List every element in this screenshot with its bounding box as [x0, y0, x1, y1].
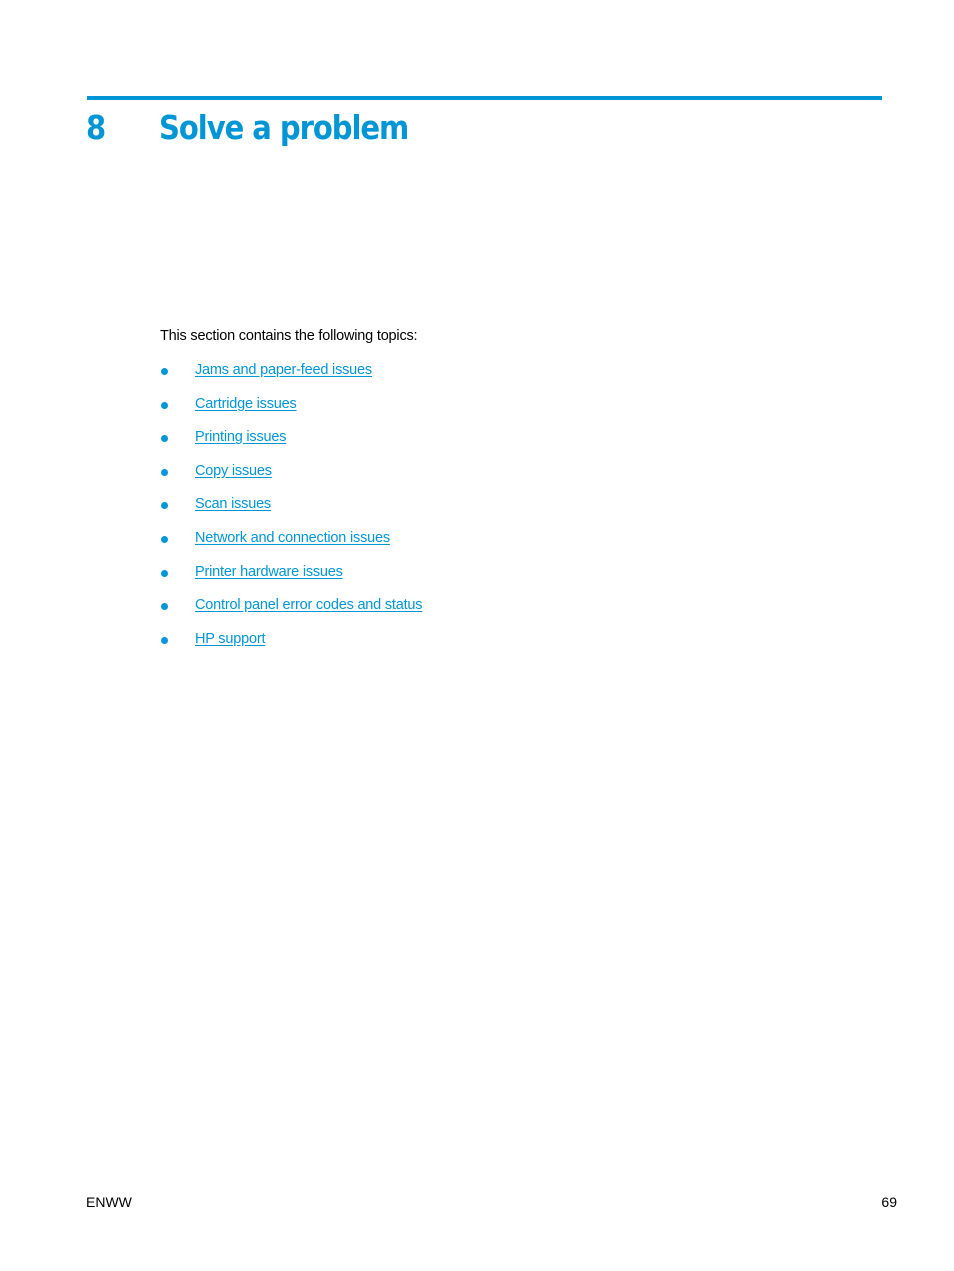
bullet-icon [161, 502, 168, 510]
topic-link-control-panel-errors[interactable]: Control panel error codes and status [195, 597, 423, 613]
topic-link-hp-support[interactable]: HP support [195, 631, 265, 647]
topic-link-printer-hardware[interactable]: Printer hardware issues [195, 564, 343, 580]
bullet-icon [161, 569, 168, 577]
bullet-icon [161, 535, 168, 543]
bullet-icon [161, 636, 168, 644]
chapter-title: Solve a problem [159, 108, 409, 147]
bullet-icon [161, 435, 168, 443]
bullet-icon [161, 368, 168, 375]
page-number: 69 [881, 1194, 897, 1210]
topic-link-scan[interactable]: Scan issues [195, 496, 271, 512]
topic-link-printing[interactable]: Printing issues [195, 429, 286, 445]
footer-label: ENWW [86, 1194, 132, 1210]
chapter-number: 8 [86, 108, 106, 147]
bullet-icon [161, 603, 168, 611]
intro-text: This section contains the following topi… [160, 328, 418, 344]
topic-link-copy[interactable]: Copy issues [195, 463, 272, 479]
bullet-icon [161, 468, 168, 476]
topic-link-cartridge[interactable]: Cartridge issues [195, 396, 297, 412]
topic-link-jams-paper-feed[interactable]: Jams and paper-feed issues [195, 362, 372, 378]
bullet-icon [161, 401, 168, 409]
topic-link-network-connection[interactable]: Network and connection issues [195, 530, 390, 546]
chapter-top-rule [87, 96, 882, 100]
